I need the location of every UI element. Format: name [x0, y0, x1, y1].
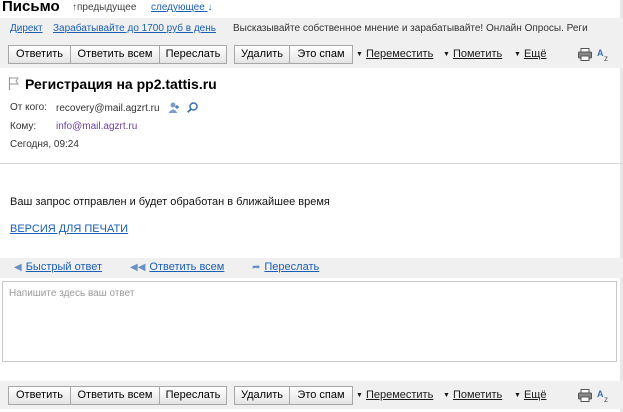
reply-icon: ◀: [14, 262, 22, 273]
move-dropdown[interactable]: ▼ Переместить: [356, 45, 433, 64]
quick-reply-bar: ◀ Быстрый ответ ◀◀ Ответить всем ➦ Переслат…: [0, 258, 623, 278]
spam-button[interactable]: Это спам: [289, 386, 353, 405]
ad-link[interactable]: Зарабатывайте до 1700 руб в день: [53, 18, 216, 40]
arrow-down-icon: ↓: [207, 2, 213, 13]
move-dropdown[interactable]: ▼ Переместить: [356, 386, 433, 405]
quick-reply-all-link[interactable]: ◀◀ Ответить всем: [130, 261, 224, 273]
message-date: Сегодня, 09:24: [10, 139, 79, 150]
svg-text:A: A: [597, 48, 604, 58]
message-subject: Регистрация на pp2.tattis.ru: [8, 76, 217, 93]
from-row: От кого: recovery@mail.agzrt.ru: [10, 102, 198, 114]
caret-down-icon: ▼: [443, 392, 450, 399]
reply-textarea[interactable]: Напишите здесь ваш ответ: [2, 281, 617, 362]
reply-all-button[interactable]: Ответить всем: [70, 386, 160, 405]
message-body: Ваш запрос отправлен и будет обработан в…: [10, 196, 330, 208]
direct-label[interactable]: Директ: [10, 18, 43, 40]
caret-down-icon: ▼: [514, 51, 521, 58]
translate-icon[interactable]: Az: [597, 389, 613, 408]
from-label: От кого:: [10, 102, 47, 113]
direct-ad-bar: Директ Зарабатывайте до 1700 руб в день …: [0, 18, 623, 40]
forward-button[interactable]: Переслать: [159, 45, 227, 64]
reply-all-button[interactable]: Ответить всем: [70, 45, 160, 64]
flag-icon[interactable]: [8, 77, 19, 93]
svg-text:A: A: [597, 389, 604, 399]
print-icon[interactable]: [578, 389, 592, 407]
caret-down-icon: ▼: [443, 51, 450, 58]
from-address: recovery@mail.agzrt.ru: [56, 102, 198, 116]
svg-text:z: z: [604, 395, 608, 403]
toolbar-top: Ответить Ответить всем Переслать Удалить…: [0, 40, 623, 68]
add-contact-icon[interactable]: [168, 102, 180, 116]
next-message-link[interactable]: следующее ↓: [151, 2, 213, 13]
reply-button[interactable]: Ответить: [8, 45, 71, 64]
page-header: Письмо ↑предыдущее следующее ↓: [0, 0, 623, 18]
subject-text: Регистрация на pp2.tattis.ru: [25, 76, 217, 92]
to-address[interactable]: info@mail.agzrt.ru: [56, 121, 137, 132]
reply-placeholder: Напишите здесь ваш ответ: [9, 288, 135, 299]
forward-icon: ➦: [252, 262, 261, 273]
divider: [0, 163, 623, 164]
delete-button[interactable]: Удалить: [234, 386, 290, 405]
reply-all-icon: ◀◀: [130, 262, 146, 273]
to-row: Кому: info@mail.agzrt.ru: [10, 121, 137, 132]
prev-message-link[interactable]: ↑предыдущее: [72, 2, 136, 13]
search-icon[interactable]: [187, 102, 198, 116]
spam-button[interactable]: Это спам: [289, 45, 353, 64]
caret-down-icon: ▼: [514, 392, 521, 399]
quick-forward-link[interactable]: ➦ Переслать: [252, 261, 319, 273]
more-dropdown[interactable]: ▼ Ещё: [514, 386, 546, 405]
mark-dropdown[interactable]: ▼ Пометить: [443, 45, 502, 64]
print-version-link[interactable]: ВЕРСИЯ ДЛЯ ПЕЧАТИ: [10, 223, 128, 235]
caret-down-icon: ▼: [356, 392, 363, 399]
to-label: Кому:: [10, 121, 37, 132]
ad-text: Высказывайте собственное мнение и зараба…: [233, 23, 588, 34]
delete-button[interactable]: Удалить: [234, 45, 290, 64]
quick-reply-link[interactable]: ◀ Быстрый ответ: [14, 261, 102, 273]
caret-down-icon: ▼: [356, 51, 363, 58]
translate-icon[interactable]: Az: [597, 48, 613, 67]
page-title: Письмо: [2, 0, 60, 15]
more-dropdown[interactable]: ▼ Ещё: [514, 45, 546, 64]
print-icon[interactable]: [578, 48, 592, 66]
reply-button[interactable]: Ответить: [8, 386, 71, 405]
svg-text:z: z: [604, 54, 608, 62]
toolbar-bottom: Ответить Ответить всем Переслать Удалить…: [0, 381, 623, 409]
forward-button[interactable]: Переслать: [159, 386, 227, 405]
mark-dropdown[interactable]: ▼ Пометить: [443, 386, 502, 405]
